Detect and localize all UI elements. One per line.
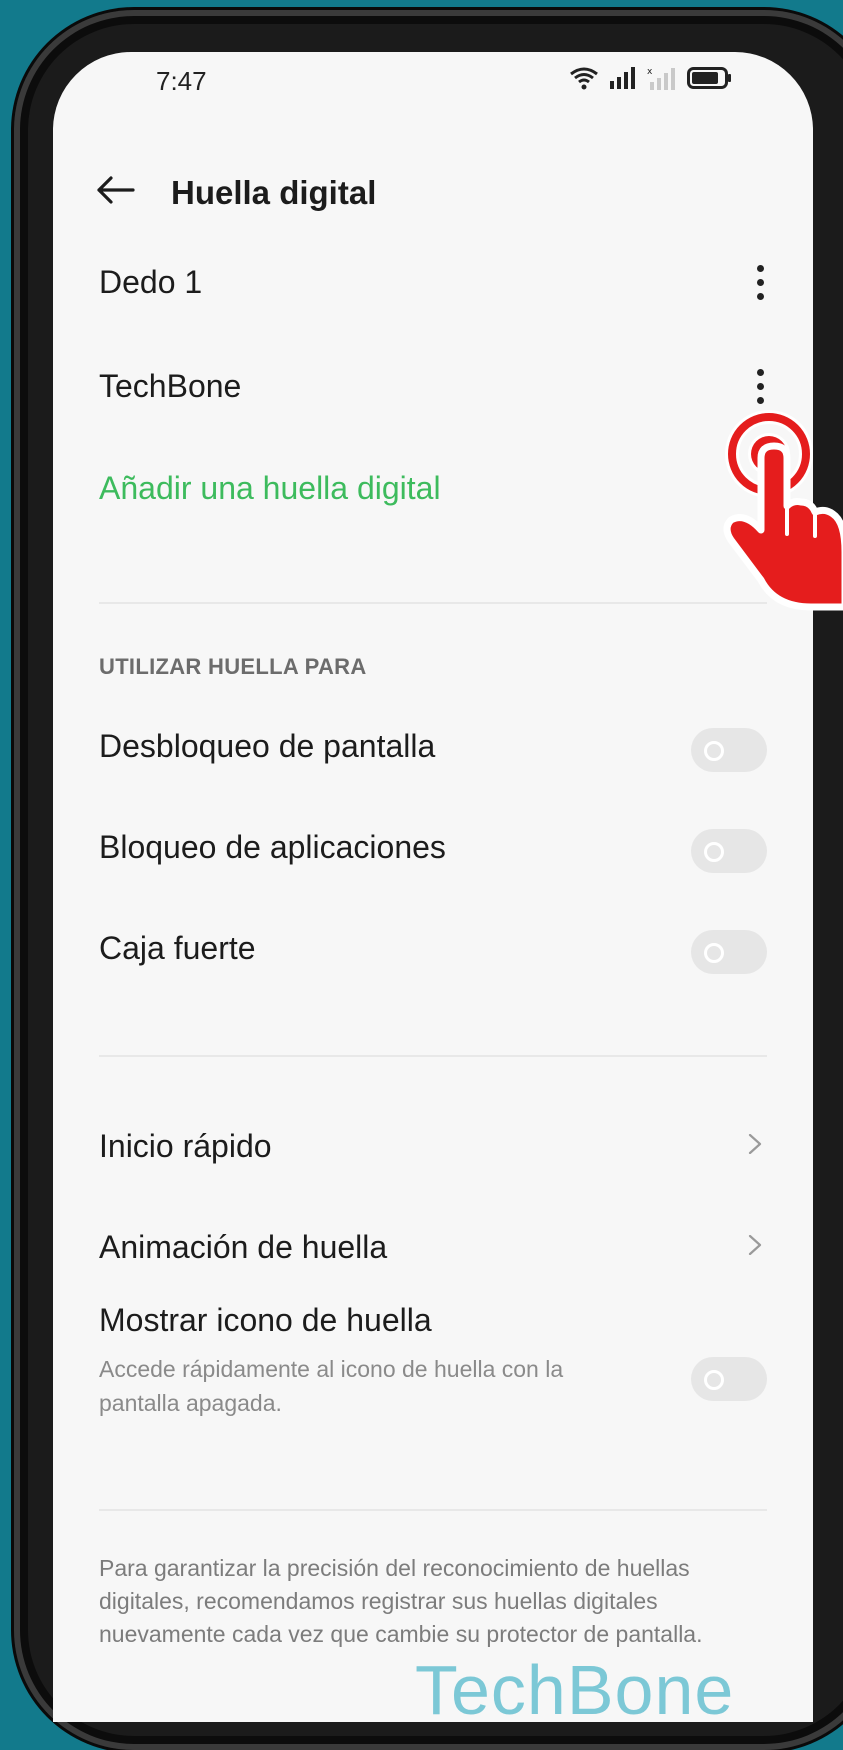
arrow-left-icon <box>97 176 135 204</box>
app-lock-toggle[interactable] <box>691 829 767 873</box>
setting-label: Caja fuerte <box>99 930 256 966</box>
status-bar: 7:47 x <box>53 52 813 112</box>
section-heading-use-for: UTILIZAR HUELLA PARA <box>99 654 367 679</box>
chevron-right-icon <box>748 1235 762 1255</box>
pointing-hand-icon <box>723 410 843 611</box>
setting-label: Desbloqueo de pantalla <box>99 728 436 764</box>
battery-icon <box>687 67 731 89</box>
setting-app-lock[interactable]: Bloqueo de aplicaciones <box>53 793 813 893</box>
fingerprint-item-dedo-1[interactable]: Dedo 1 <box>53 232 813 332</box>
safe-box-toggle[interactable] <box>691 930 767 974</box>
section-divider <box>99 602 767 604</box>
fingerprint-item-techbone[interactable]: TechBone <box>53 336 813 436</box>
section-divider <box>99 1509 767 1511</box>
setting-show-fingerprint-icon[interactable]: Mostrar icono de huella Accede rápidamen… <box>53 1302 813 1472</box>
setting-safe-box[interactable]: Caja fuerte <box>53 894 813 994</box>
footnote-text: Para garantizar la precisión del reconoc… <box>99 1555 703 1647</box>
screen-unlock-toggle[interactable] <box>691 728 767 772</box>
setting-label: Mostrar icono de huella <box>99 1302 432 1338</box>
svg-text:x: x <box>647 67 653 77</box>
signal-empty-icon: x <box>647 67 675 90</box>
setting-fingerprint-animation[interactable]: Animación de huella <box>53 1193 813 1293</box>
status-time: 7:47 <box>156 66 207 96</box>
setting-screen-unlock[interactable]: Desbloqueo de pantalla <box>53 692 813 792</box>
signal-icon <box>610 67 635 89</box>
setting-description: Accede rápidamente al icono de huella co… <box>99 1356 564 1416</box>
setting-label: Bloqueo de aplicaciones <box>99 829 446 865</box>
setting-quick-start[interactable]: Inicio rápido <box>53 1092 813 1192</box>
add-fingerprint-link[interactable]: Añadir una huella digital <box>99 470 441 507</box>
chevron-right-icon <box>748 1134 762 1154</box>
page-title: Huella digital <box>171 174 377 211</box>
add-fingerprint-row[interactable]: Añadir una huella digital <box>53 438 813 538</box>
setting-label: Inicio rápido <box>99 1128 272 1164</box>
status-icons: x <box>569 66 733 90</box>
fingerprint-label: TechBone <box>99 368 242 404</box>
section-divider <box>99 1055 767 1057</box>
wifi-icon <box>570 67 598 90</box>
fingerprint-label: Dedo 1 <box>99 264 203 300</box>
header: Huella digital <box>53 152 813 228</box>
setting-label: Animación de huella <box>99 1229 388 1265</box>
back-button[interactable] <box>89 164 141 216</box>
show-fingerprint-icon-toggle[interactable] <box>691 1357 767 1401</box>
more-vertical-icon[interactable] <box>745 257 775 307</box>
phone-screen: 7:47 x Huella digital Dedo 1 TechBone Añ… <box>53 52 813 1722</box>
watermark-text: TechBone <box>415 1651 735 1729</box>
